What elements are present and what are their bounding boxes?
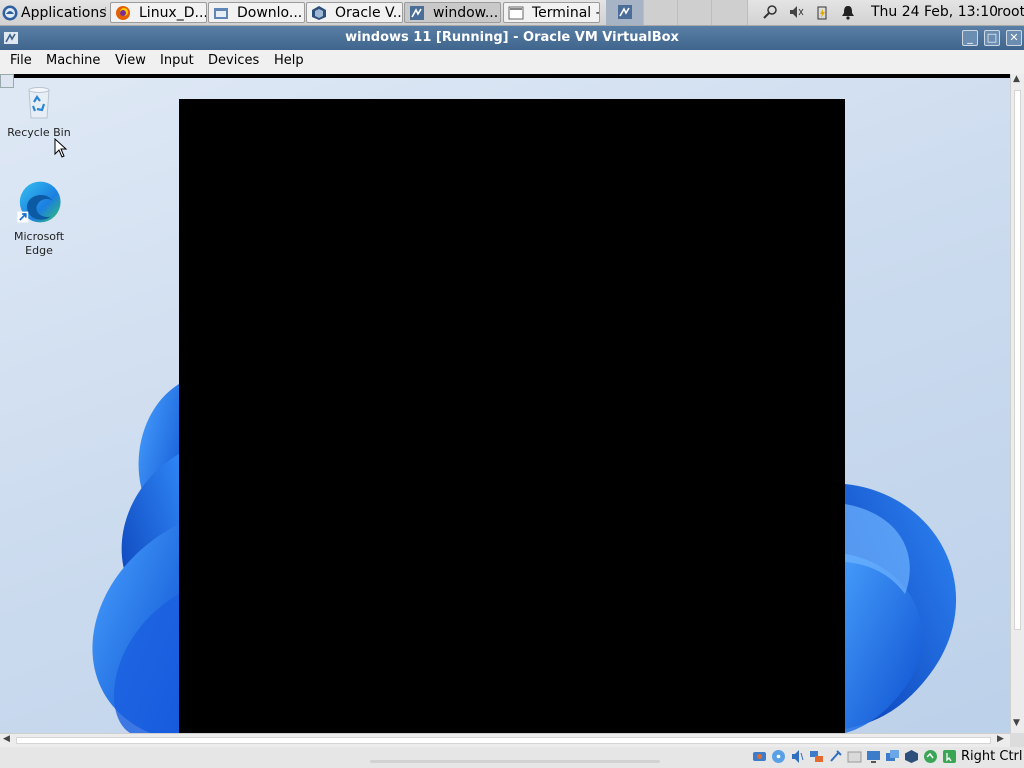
close-button[interactable]: ✕ — [1006, 30, 1022, 46]
scroll-down-arrow-icon[interactable]: ▼ — [1013, 718, 1020, 728]
guest-display[interactable]: Recycle Bin Microsoft Edge — [0, 74, 1010, 733]
vertical-scroll-thumb[interactable] — [1014, 90, 1021, 630]
terminal-icon — [508, 6, 524, 19]
user-menu[interactable]: root — [997, 4, 1024, 20]
edge-icon — [17, 181, 61, 223]
status-bar: Right Ctrl — [0, 747, 1024, 768]
power-battery-icon[interactable] — [814, 4, 830, 20]
menu-machine[interactable]: Machine — [46, 53, 100, 68]
audio-icon[interactable] — [790, 749, 805, 764]
mouse-integration-icon[interactable] — [942, 749, 957, 764]
network-tool-icon[interactable] — [762, 4, 778, 20]
network-adapter-icon[interactable] — [809, 749, 824, 764]
workspace-4[interactable] — [712, 0, 748, 25]
guest-black-window[interactable] — [179, 99, 845, 733]
menu-help[interactable]: Help — [274, 53, 304, 68]
taskbar-item-label: Linux_D... — [139, 4, 207, 21]
vm-window-icon — [618, 5, 632, 19]
taskbar-item-firefox[interactable]: Linux_D... — [110, 2, 207, 23]
applications-menu[interactable]: Applications · · · — [0, 0, 108, 25]
taskbar-item-label: Downlo... — [237, 4, 303, 21]
host-key-indicator[interactable]: Right Ctrl — [961, 749, 1023, 764]
menu-bar: File Machine View Input Devices Help — [0, 50, 1024, 74]
horizontal-scroll-thumb[interactable] — [16, 737, 991, 744]
menu-devices[interactable]: Devices — [208, 53, 259, 68]
taskbar-item-label: Oracle V... — [335, 4, 403, 21]
vm-settings-icon[interactable] — [904, 749, 919, 764]
recycle-bin-icon — [28, 87, 50, 119]
panel-grip-icon: · · · — [104, 4, 107, 20]
cpu-activity-icon[interactable] — [923, 749, 938, 764]
clock[interactable]: Thu 24 Feb, 13:10 — [871, 4, 998, 20]
taskbar-item-label: Terminal - — [532, 4, 600, 21]
menu-file[interactable]: File — [10, 53, 32, 68]
volume-muted-icon[interactable] — [788, 4, 804, 20]
workspace-2[interactable] — [644, 0, 678, 25]
guest-top-strip — [0, 74, 1010, 78]
mouse-pointer-icon — [54, 138, 68, 158]
workspace-3[interactable] — [678, 0, 712, 25]
top-panel: Applications · · · Linux_D... Downlo... Or… — [0, 0, 1024, 26]
close-icon: ✕ — [1009, 31, 1019, 44]
menu-input[interactable]: Input — [160, 53, 194, 68]
taskbar-item-downloads[interactable]: Downlo... — [208, 2, 305, 23]
workspace-1[interactable] — [606, 0, 644, 25]
file-manager-icon — [214, 7, 228, 19]
window-titlebar[interactable]: windows 11 [Running] - Oracle VM Virtual… — [0, 26, 1024, 50]
horizontal-scrollbar[interactable]: ◀ ▶ — [0, 733, 1010, 747]
virtualbox-icon — [312, 5, 326, 20]
taskbar-item-terminal[interactable]: Terminal - — [503, 2, 600, 23]
status-bar-grip — [370, 760, 660, 763]
display-icon[interactable] — [866, 749, 881, 764]
notification-bell-icon[interactable] — [840, 4, 856, 20]
firefox-icon — [116, 5, 130, 20]
xfce-logo-icon — [2, 5, 18, 20]
shared-folders-icon[interactable] — [847, 749, 862, 764]
desktop-icon-label: Microsoft Edge — [13, 230, 65, 257]
minimize-button[interactable]: _ — [962, 30, 978, 46]
vertical-scrollbar[interactable]: ▲ ▼ — [1010, 74, 1024, 733]
video-capture-icon[interactable] — [885, 749, 900, 764]
hard-disk-icon[interactable] — [752, 749, 767, 764]
scroll-right-arrow-icon[interactable]: ▶ — [997, 734, 1004, 744]
taskbar-item-oracle-vm[interactable]: Oracle V... — [306, 2, 403, 23]
taskbar-item-label: window... — [433, 4, 499, 21]
scroll-up-arrow-icon[interactable]: ▲ — [1013, 74, 1020, 84]
taskbar-item-windows-vm[interactable]: window... — [404, 2, 501, 23]
desktop-icon-recycle-bin[interactable]: Recycle Bin — [1, 82, 77, 140]
scroll-left-arrow-icon[interactable]: ◀ — [3, 734, 10, 744]
maximize-icon: □ — [986, 31, 998, 44]
desktop-icon-microsoft-edge[interactable]: Microsoft Edge — [1, 178, 77, 258]
minimize-icon: _ — [967, 31, 973, 44]
usb-icon[interactable] — [828, 749, 843, 764]
maximize-button[interactable]: □ — [984, 30, 1000, 46]
optical-drive-icon[interactable] — [771, 749, 786, 764]
vm-window-icon — [410, 5, 424, 20]
window-title: windows 11 [Running] - Oracle VM Virtual… — [345, 30, 679, 45]
menu-view[interactable]: View — [115, 53, 146, 68]
applications-label: Applications — [21, 4, 107, 21]
